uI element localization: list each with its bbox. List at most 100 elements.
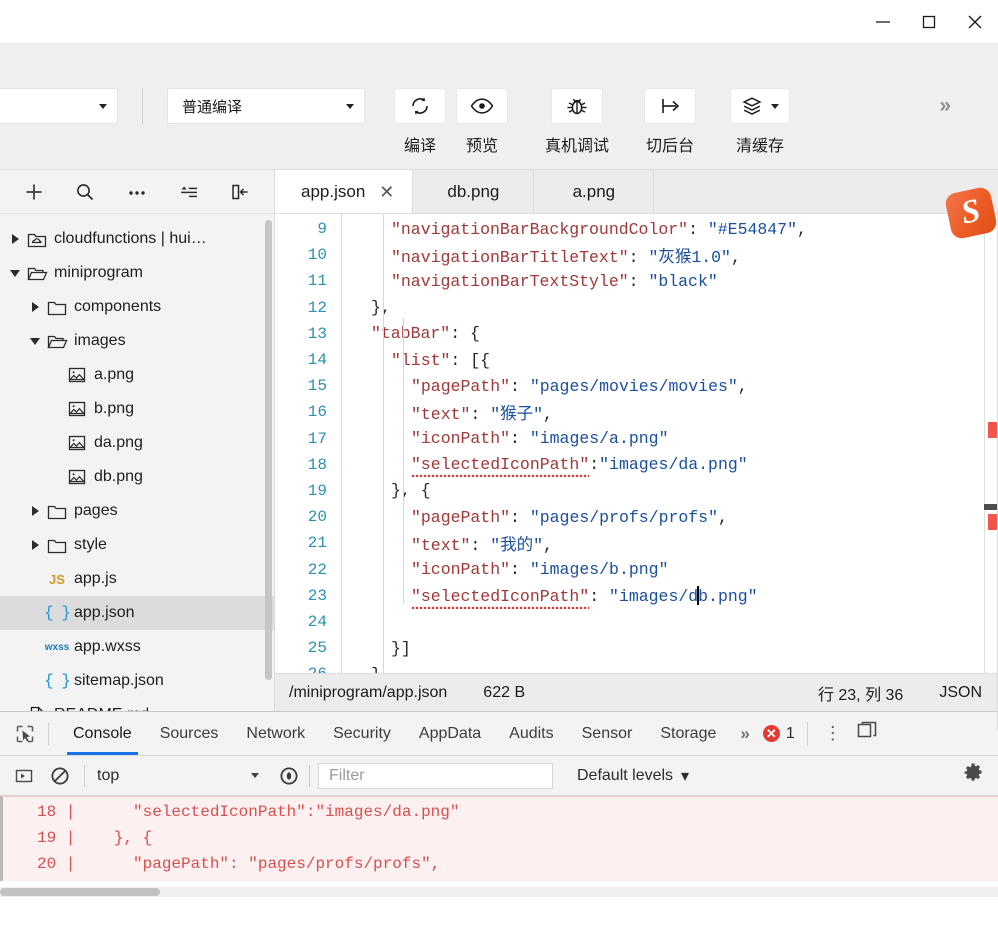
console-filter-bar: top Filter Default levels ▾ [0,756,998,796]
tree-item-app-json[interactable]: { } app.json [0,596,274,630]
chevron-right-icon[interactable] [26,540,44,550]
console-horizontal-scrollbar[interactable] [0,887,998,897]
tree-item-da-png[interactable]: da.png [0,426,274,460]
tree-item-a-png[interactable]: a.png [0,358,274,392]
devtools-overflow-button[interactable]: » [730,724,756,744]
console-levels-select[interactable]: Default levels ▾ [577,766,689,786]
sort-button[interactable] [172,177,206,207]
console-levels-caret: ▾ [681,767,690,785]
code-line-text: "navigationBarTextStyle": "black" [341,272,718,291]
tree-item-cloudfunctions-hui-[interactable]: cloudfunctions | hui… [0,222,274,256]
devtools-tab-audits[interactable]: Audits [495,712,567,755]
preview-button[interactable]: 预览 [451,88,513,156]
wxss-file-icon: wxss [44,641,70,653]
line-number: 11 [307,272,327,291]
eye-filter-icon [280,767,298,784]
console-sidebar-toggle-button[interactable] [6,761,42,791]
console-filter-toggle-button[interactable] [271,761,307,791]
real-device-debug-button[interactable]: 真机调试 [535,88,619,156]
devtools-tab-appdata[interactable]: AppData [405,712,495,755]
code-token: "black" [648,271,718,291]
code-line-text: }] [341,639,411,658]
code-token: , [730,248,741,268]
tree-item-style[interactable]: style [0,528,274,562]
switch-background-button[interactable]: 切后台 [635,88,705,156]
devtools-tab-sensor[interactable]: Sensor [568,712,647,755]
chevron-down-icon[interactable] [26,337,44,345]
explorer-action-bar [0,170,274,214]
toolbar-overflow-button[interactable]: » [939,94,951,118]
close-icon[interactable]: ✕ [379,183,394,201]
main-toolbar: 普通编译 编译 预览 真机调试 切后台 清缓存 » [0,43,998,170]
project-select[interactable] [0,88,118,124]
code-token: "iconPath" [411,429,511,449]
code-line-text: "text": "我的", [341,531,553,555]
json-file-icon: { } [44,604,71,622]
chevron-right-icon[interactable] [6,234,24,244]
editor-scrollbar[interactable] [984,214,998,673]
window-minimize-button[interactable] [860,0,906,43]
chevron-down-icon[interactable] [6,269,24,277]
devtools-panel: Console Sources Network Security AppData Audi… [0,711,998,897]
clear-console-button[interactable] [42,761,78,791]
error-marker[interactable] [988,514,997,530]
devtools-tab-storage[interactable]: Storage [646,712,730,755]
more-options-button[interactable] [120,177,154,207]
status-file-size: 622 B [483,683,526,701]
window-maximize-button[interactable] [906,0,952,43]
panel-toggle-icon [15,769,33,782]
error-badge[interactable]: ✕ 1 [757,725,801,743]
tree-item-label: app.js [74,570,117,587]
editor-tab-a-png[interactable]: a.png [534,170,655,213]
console-error-message[interactable]: 18 | "selectedIconPath":"images/da.png" 1… [0,796,998,881]
devtools-tab-security[interactable]: Security [319,712,405,755]
devtools-settings-menu-button[interactable]: ⋮ [814,724,852,742]
console-scrollbar-thumb[interactable] [0,888,160,896]
compile-mode-select[interactable]: 普通编译 [167,88,365,124]
error-marker[interactable] [988,422,997,438]
dock-side-button[interactable] [852,721,890,746]
code-token: "navigationBarBackgroundColor" [391,219,689,239]
tree-item-pages[interactable]: pages [0,494,274,528]
add-file-button[interactable] [17,177,51,207]
search-button[interactable] [68,177,102,207]
code-token: }, [371,298,391,318]
code-line-text: "navigationBarBackgroundColor": "#E54847… [341,220,807,239]
console-filter-input[interactable]: Filter [318,762,553,789]
devtools-tab-sources[interactable]: Sources [146,712,233,755]
window-close-button[interactable] [952,0,998,43]
tree-item-images[interactable]: images [0,324,274,358]
scrollbar-thumb[interactable] [984,504,998,510]
devtools-tab-console[interactable]: Console [59,712,146,755]
devtools-tab-network[interactable]: Network [232,712,319,755]
tree-item-app-wxss[interactable]: wxss app.wxss [0,630,274,664]
clear-cache-button[interactable]: 清缓存 [725,88,795,156]
code-token: : [{ [450,350,491,370]
code-token: : [628,271,649,291]
tree-item-readme-md[interactable]: README.md [0,698,274,711]
tree-item-label: cloudfunctions | hui… [54,230,207,247]
tree-item-label: style [74,536,107,553]
compile-mode-value: 普通编译 [182,98,243,116]
collapse-panel-button[interactable] [223,177,257,207]
console-context-select[interactable]: top [91,767,271,785]
tree-item-miniprogram[interactable]: miniprogram [0,256,274,290]
status-cursor-position[interactable]: 行 23, 列 36 [818,681,903,705]
switch-background-icon-box [644,88,696,124]
tree-item-sitemap-json[interactable]: { } sitemap.json [0,664,274,698]
tree-item-app-js[interactable]: JS app.js [0,562,274,596]
tree-item-components[interactable]: components [0,290,274,324]
console-settings-button[interactable] [962,762,984,789]
chevron-right-icon[interactable] [26,302,44,312]
tree-item-db-png[interactable]: db.png [0,460,274,494]
editor-tab-app-json[interactable]: app.json ✕ [275,170,414,213]
compile-button[interactable]: 编译 [389,88,451,156]
status-language-mode[interactable]: JSON [939,684,982,702]
sidebar-scrollbar[interactable] [265,220,272,680]
code-token: "images/da.png" [599,455,748,475]
editor-tab-db-png[interactable]: db.png [413,170,535,213]
code-editor[interactable]: 9 "navigationBarBackgroundColor": "#E5484… [275,214,998,673]
tree-item-b-png[interactable]: b.png [0,392,274,426]
inspect-element-button[interactable] [6,724,44,744]
chevron-right-icon[interactable] [26,506,44,516]
